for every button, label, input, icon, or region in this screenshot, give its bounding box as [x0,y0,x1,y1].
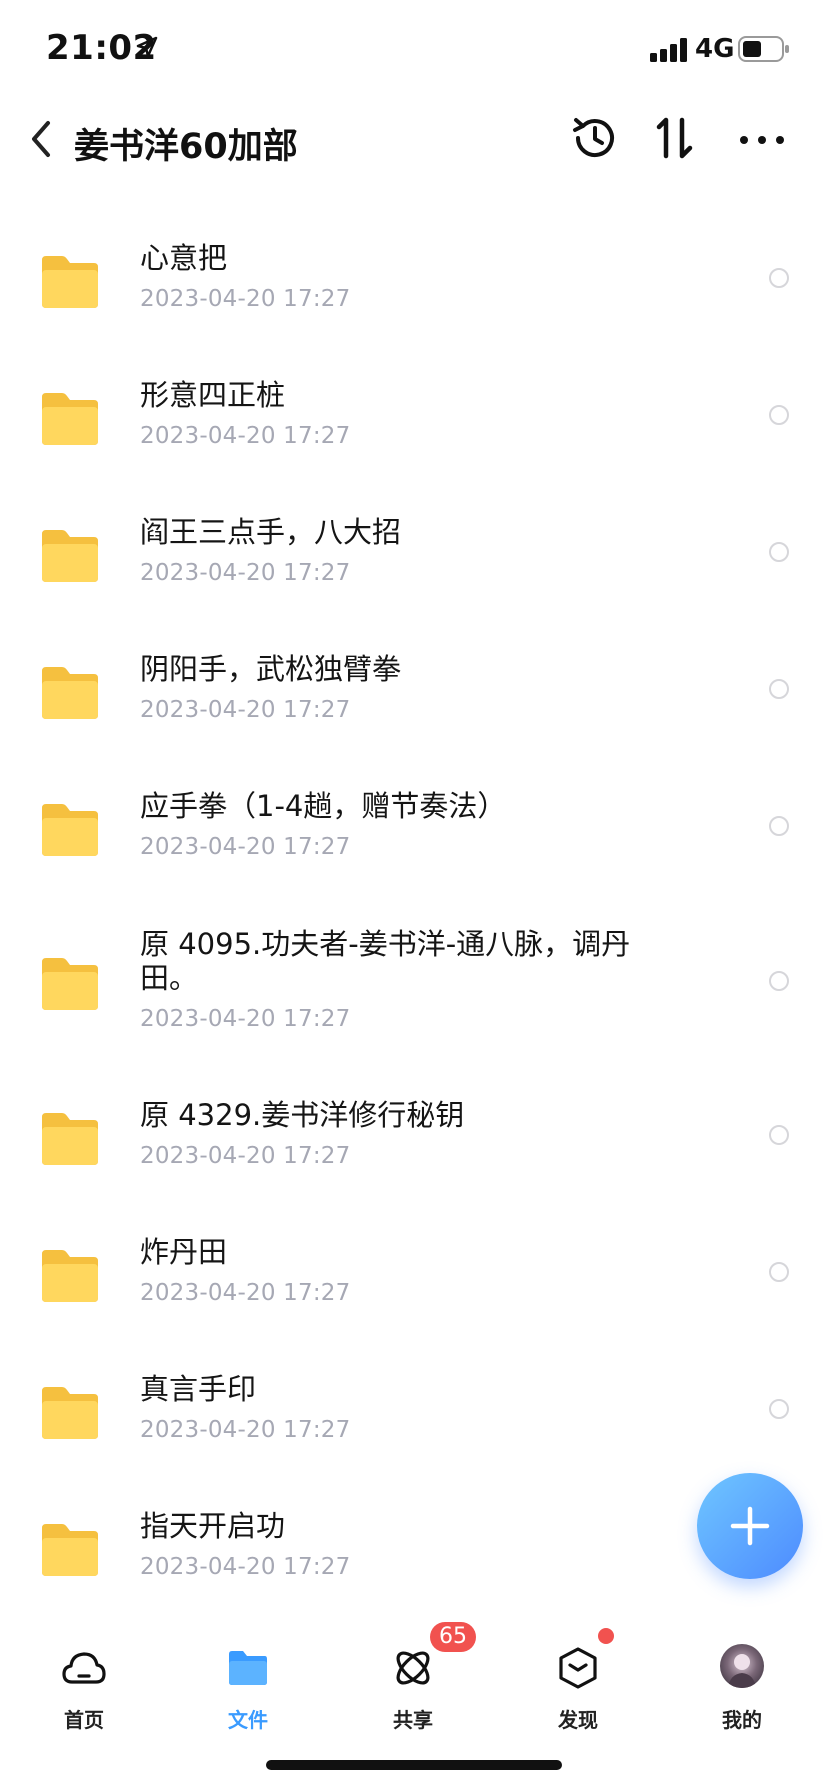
cellular-signal-icon [650,38,690,66]
file-name: 阎王三点手，八大招 [140,515,402,549]
file-name: 原 4329.姜书洋修行秘钥 [140,1098,465,1132]
select-checkbox[interactable] [769,971,789,991]
file-date: 2023-04-20 17:27 [140,1006,351,1032]
folder-icon [38,1385,102,1441]
file-date: 2023-04-20 17:27 [140,1417,351,1443]
file-name: 应手拳（1-4趟，赠节奏法） [140,789,507,823]
select-checkbox[interactable] [769,816,789,836]
file-date: 2023-04-20 17:27 [140,1143,351,1169]
folder-icon [38,528,102,584]
file-name: 真言手印 [140,1372,257,1406]
file-date: 2023-04-20 17:27 [140,560,351,586]
nav-bar: 姜书洋60加部 [0,100,828,210]
file-date: 2023-04-20 17:27 [140,1280,351,1306]
file-name: 阴阳手，武松独臂拳 [140,652,402,686]
file-name: 指天开启功 [140,1509,286,1543]
file-date: 2023-04-20 17:27 [140,286,351,312]
select-checkbox[interactable] [769,1262,789,1282]
tab-label: 共享 [393,1708,433,1732]
share-orbit-icon [391,1646,435,1690]
folder-icon [38,802,102,858]
file-list: 心意把 2023-04-20 17:27 形意四正桩 2023-04-20 17… [0,210,828,1610]
select-checkbox[interactable] [769,542,789,562]
list-item[interactable]: 原 4095.功夫者-姜书洋-通八脉，调丹田。 2023-04-20 17:27 [0,895,828,1067]
list-item[interactable]: 阴阳手，武松独臂拳 2023-04-20 17:27 [0,621,828,758]
tab-files[interactable]: 文件 [188,1632,308,1742]
page-title: 姜书洋60加部 [74,127,298,167]
tab-label: 我的 [722,1708,762,1732]
folder-icon [38,665,102,721]
file-date: 2023-04-20 17:27 [140,423,351,449]
tab-me[interactable]: 我的 [682,1632,802,1742]
list-item[interactable]: 应手拳（1-4趟，赠节奏法） 2023-04-20 17:27 [0,758,828,895]
file-date: 2023-04-20 17:27 [140,834,351,860]
history-icon[interactable] [568,112,620,164]
tab-home[interactable]: 首页 [24,1632,144,1742]
more-options-icon[interactable] [736,120,788,160]
list-item[interactable]: 心意把 2023-04-20 17:27 [0,210,828,347]
file-name: 心意把 [140,241,228,275]
folder-icon [226,1646,270,1690]
status-bar: 21:02 4G [0,0,828,100]
list-item[interactable]: 形意四正桩 2023-04-20 17:27 [0,347,828,484]
select-checkbox[interactable] [769,679,789,699]
list-item[interactable]: 原 4329.姜书洋修行秘钥 2023-04-20 17:27 [0,1067,828,1204]
folder-icon [38,956,102,1012]
list-item[interactable]: 炸丹田 2023-04-20 17:27 [0,1204,828,1341]
tab-discover[interactable]: 发现 [518,1632,638,1742]
network-type: 4G [695,34,735,64]
list-item[interactable]: 真言手印 2023-04-20 17:27 [0,1341,828,1478]
folder-icon [38,391,102,447]
back-chevron-icon[interactable] [22,115,72,165]
file-name: 原 4095.功夫者-姜书洋-通八脉，调丹田。 [140,927,631,995]
folder-icon [38,1111,102,1167]
file-date: 2023-04-20 17:27 [140,1554,351,1580]
sort-icon[interactable] [650,112,702,164]
avatar [720,1644,764,1688]
select-checkbox[interactable] [769,1399,789,1419]
file-date: 2023-04-20 17:27 [140,697,351,723]
add-button[interactable] [697,1473,803,1579]
home-indicator [266,1760,562,1770]
battery-icon [738,36,790,66]
location-arrow-icon [136,36,158,62]
new-dot-badge [598,1628,614,1644]
notification-badge: 65 [430,1622,476,1652]
folder-icon [38,1248,102,1304]
tab-label: 首页 [64,1708,104,1732]
folder-icon [38,254,102,310]
tab-label: 发现 [558,1708,598,1732]
list-item[interactable]: 阎王三点手，八大招 2023-04-20 17:27 [0,484,828,621]
select-checkbox[interactable] [769,268,789,288]
select-checkbox[interactable] [769,405,789,425]
tab-label: 文件 [228,1708,268,1732]
file-name: 炸丹田 [140,1235,228,1269]
cloud-home-icon [62,1646,106,1690]
select-checkbox[interactable] [769,1125,789,1145]
plus-icon [730,1506,770,1546]
folder-icon [38,1522,102,1578]
discover-box-icon [556,1646,600,1690]
file-name: 形意四正桩 [140,378,286,412]
